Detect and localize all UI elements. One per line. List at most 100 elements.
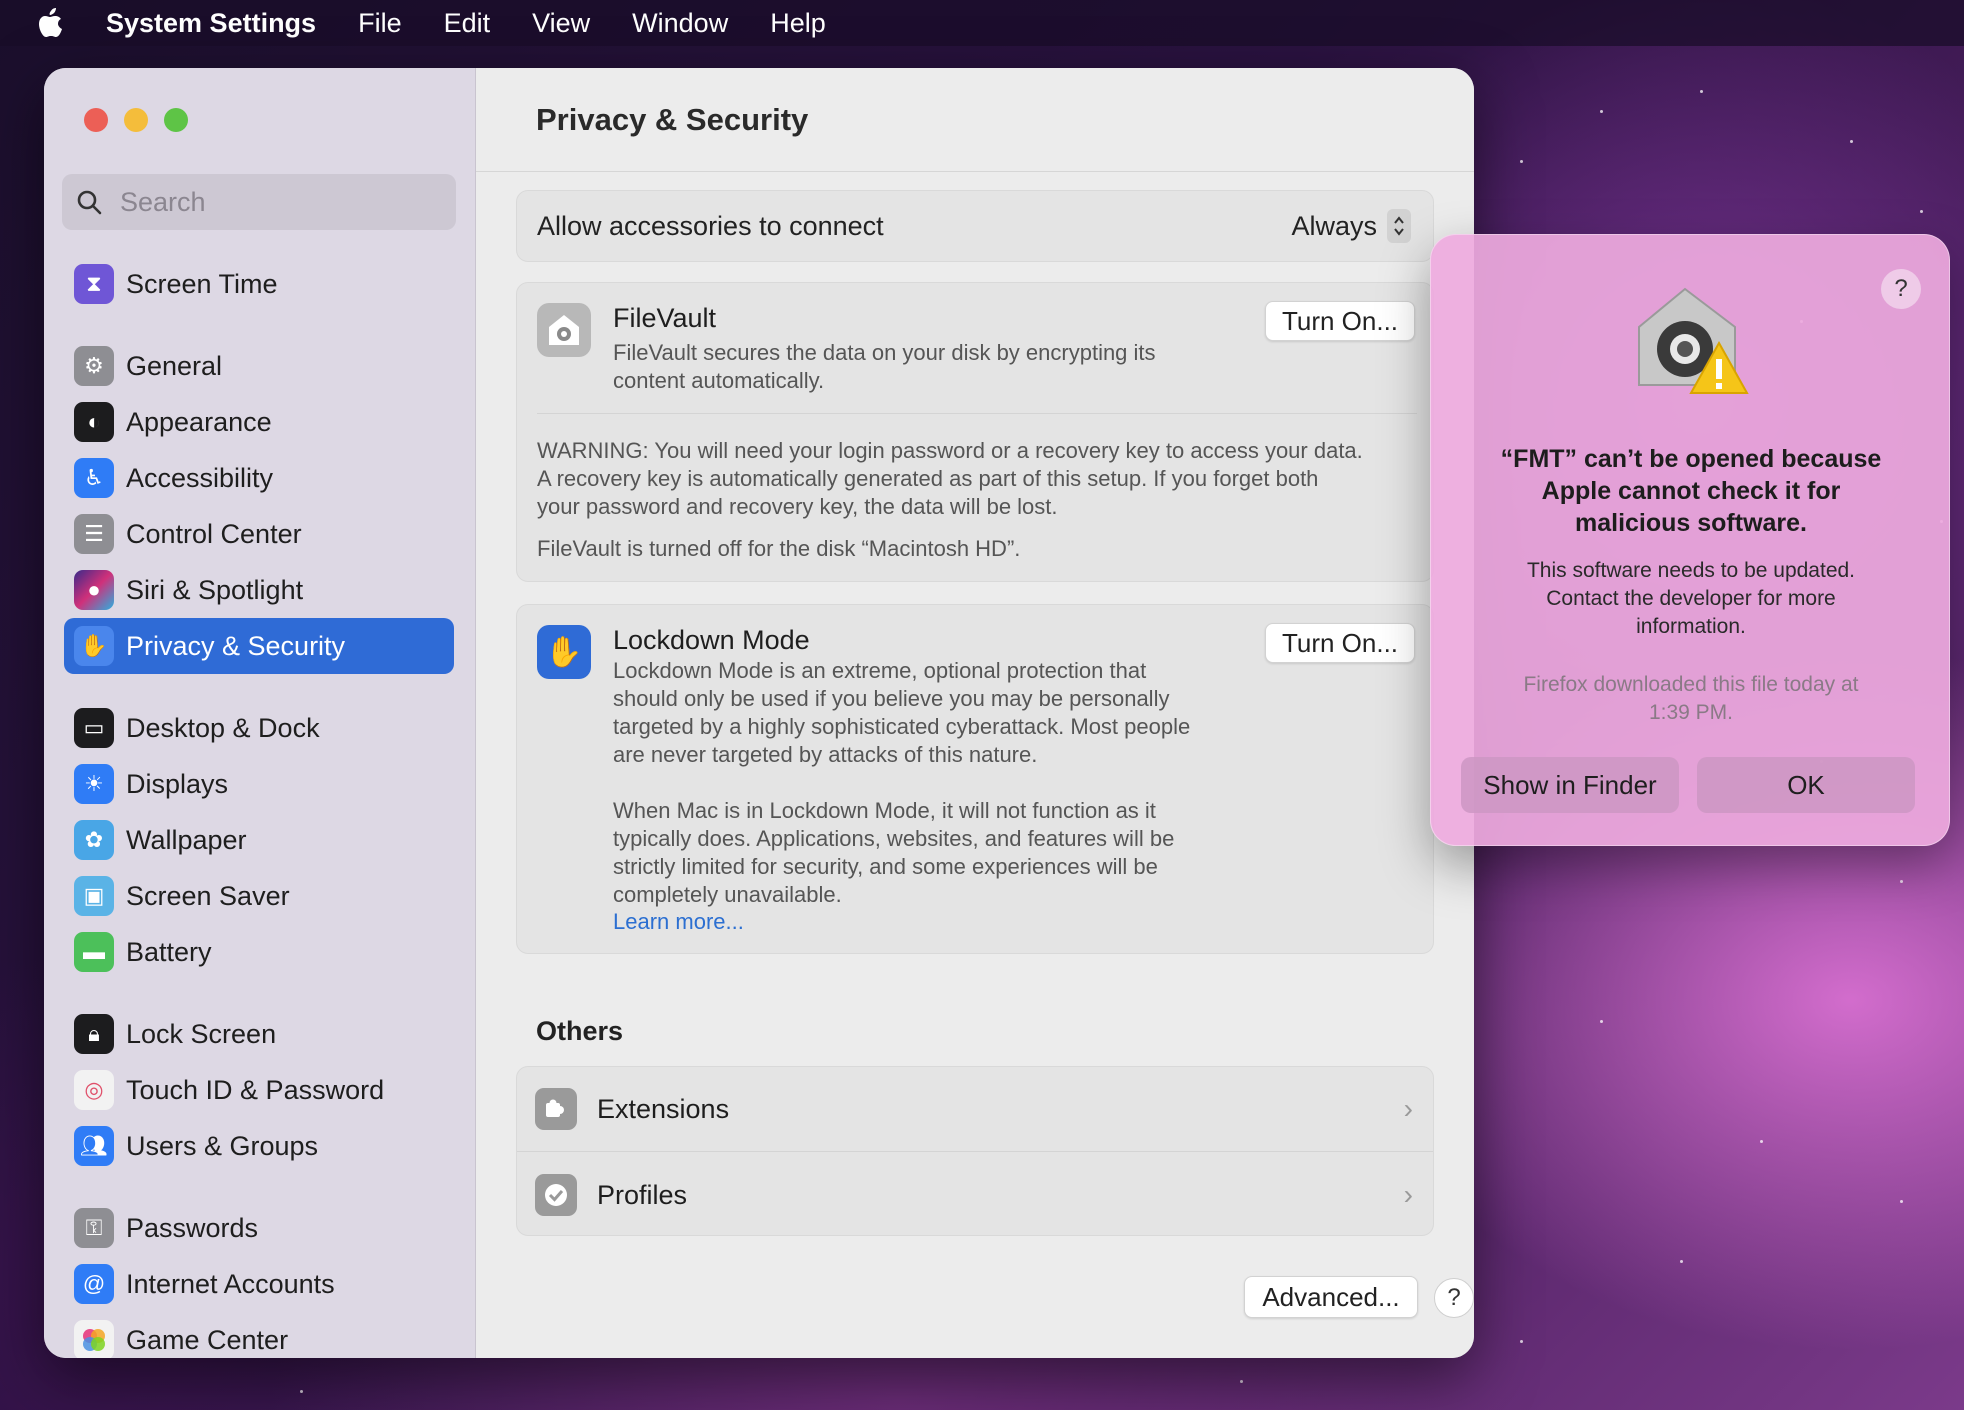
- checkmark-badge-icon: [535, 1174, 577, 1216]
- main-panel: Privacy & Security Allow accessories to …: [476, 68, 1474, 1358]
- help-button[interactable]: ?: [1434, 1278, 1474, 1318]
- sidebar-item-privacy-security[interactable]: ✋ Privacy & Security: [64, 618, 454, 674]
- puzzle-icon: [535, 1088, 577, 1130]
- lockdown-turn-on-button[interactable]: Turn On...: [1265, 623, 1415, 663]
- sidebar-item-label: Passwords: [126, 1212, 259, 1243]
- control-center-icon: ☰: [74, 514, 114, 554]
- others-item-profiles[interactable]: Profiles ›: [517, 1153, 1433, 1237]
- filevault-status: FileVault is turned off for the disk “Ma…: [537, 536, 1021, 561]
- show-in-finder-button[interactable]: Show in Finder: [1461, 757, 1679, 813]
- menu-edit[interactable]: Edit: [444, 8, 491, 39]
- system-settings-window: Search ⧗ Screen Time ⚙ General ◐ Appeara…: [44, 68, 1474, 1358]
- menu-app-name[interactable]: System Settings: [106, 8, 316, 39]
- sidebar-item-label: Game Center: [126, 1324, 289, 1355]
- ok-button[interactable]: OK: [1697, 757, 1915, 813]
- filevault-warning-line: your password and recovery key, the data…: [537, 494, 1058, 519]
- sun-icon: ☀: [74, 764, 114, 804]
- accessories-value: Always: [1291, 210, 1377, 241]
- sidebar-item-appearance[interactable]: ◐ Appearance: [64, 394, 454, 450]
- sidebar-item-touch-id-password[interactable]: ◎ Touch ID & Password: [64, 1062, 454, 1118]
- sidebar-item-users-groups[interactable]: 👥︎ Users & Groups: [64, 1118, 454, 1174]
- accessibility-icon: ♿: [74, 458, 114, 498]
- sidebar-item-wallpaper[interactable]: ✿ Wallpaper: [64, 812, 454, 868]
- sidebar-item-label: General: [126, 350, 223, 381]
- filevault-title: FileVault: [613, 303, 717, 333]
- chevron-right-icon: ›: [1403, 1093, 1413, 1124]
- accessories-row: Allow accessories to connect Always: [516, 190, 1434, 262]
- filevault-desc-line: FileVault secures the data on your disk …: [613, 340, 1156, 365]
- sidebar-item-label: Screen Time: [126, 268, 278, 299]
- sidebar-item-label: Appearance: [126, 406, 272, 437]
- menu-bar: System Settings File Edit View Window He…: [0, 0, 1964, 46]
- sidebar-item-general[interactable]: ⚙ General: [64, 338, 454, 394]
- dialog-message-line: This software needs to be updated.: [1526, 559, 1856, 582]
- lockdown-desc-line: targeted by a highly sophisticated cyber…: [613, 714, 1191, 739]
- advanced-button[interactable]: Advanced...: [1244, 1276, 1418, 1318]
- sidebar-item-label: Siri & Spotlight: [126, 574, 304, 605]
- dialog-title-line: malicious software.: [1574, 509, 1808, 537]
- lockdown-desc-line: completely unavailable.: [613, 882, 842, 907]
- filevault-warning-line: A recovery key is automatically generate…: [537, 466, 1319, 491]
- dialog-message: This software needs to be updated. Conta…: [1471, 557, 1911, 641]
- accessories-label: Allow accessories to connect: [537, 210, 884, 241]
- dialog-title-line: “FMT” can’t be opened because: [1500, 445, 1882, 473]
- menu-view[interactable]: View: [532, 8, 590, 39]
- zoom-window-button[interactable]: [164, 108, 188, 132]
- menu-file[interactable]: File: [358, 8, 402, 39]
- lock-icon: 🔒︎: [74, 1014, 114, 1054]
- sidebar-item-lock-screen[interactable]: 🔒︎ Lock Screen: [64, 1006, 454, 1062]
- sidebar-item-battery[interactable]: ▬ Battery: [64, 924, 454, 980]
- sidebar-item-desktop-dock[interactable]: ▭ Desktop & Dock: [64, 700, 454, 756]
- search-placeholder: Search: [120, 186, 206, 217]
- lockdown-desc-line: strictly limited for security, and some …: [613, 854, 1158, 879]
- sidebar-item-label: Internet Accounts: [126, 1268, 335, 1299]
- dock-icon: ▭: [74, 708, 114, 748]
- sidebar-item-screen-saver[interactable]: ▣ Screen Saver: [64, 868, 454, 924]
- hand-icon: ✋: [537, 625, 591, 679]
- sidebar: Search ⧗ Screen Time ⚙ General ◐ Appeara…: [44, 68, 476, 1358]
- sidebar-item-displays[interactable]: ☀ Displays: [64, 756, 454, 812]
- dialog-message-line: Contact the developer for more: [1546, 587, 1836, 610]
- sidebar-item-label: Privacy & Security: [126, 630, 346, 661]
- users-icon: 👥︎: [74, 1126, 114, 1166]
- sidebar-item-label: Control Center: [126, 518, 302, 549]
- game-center-icon: [74, 1320, 114, 1358]
- menu-help[interactable]: Help: [770, 8, 826, 39]
- learn-more-link[interactable]: Learn more...: [613, 909, 744, 935]
- search-field[interactable]: Search: [62, 174, 456, 230]
- lockdown-desc-line: Lockdown Mode is an extreme, optional pr…: [613, 658, 1147, 683]
- filevault-turn-on-button[interactable]: Turn On...: [1265, 301, 1415, 341]
- at-icon: @: [74, 1264, 114, 1304]
- dialog-message-line: information.: [1636, 615, 1746, 638]
- minimize-window-button[interactable]: [124, 108, 148, 132]
- dialog-help-button[interactable]: ?: [1881, 269, 1921, 309]
- others-item-label: Profiles: [597, 1179, 688, 1210]
- flower-icon: ✿: [74, 820, 114, 860]
- sidebar-item-internet-accounts[interactable]: @ Internet Accounts: [64, 1256, 454, 1312]
- menu-window[interactable]: Window: [632, 8, 728, 39]
- divider: [537, 413, 1417, 414]
- apple-logo-icon[interactable]: [38, 6, 72, 40]
- sidebar-item-label: Battery: [126, 936, 212, 967]
- sidebar-item-screen-time[interactable]: ⧗ Screen Time: [64, 256, 454, 312]
- sidebar-item-passwords[interactable]: ⚿ Passwords: [64, 1200, 454, 1256]
- sidebar-item-control-center[interactable]: ☰ Control Center: [64, 506, 454, 562]
- lockdown-desc-line: When Mac is in Lockdown Mode, it will no…: [613, 798, 1156, 823]
- sidebar-item-accessibility[interactable]: ♿ Accessibility: [64, 450, 454, 506]
- sidebar-item-siri-spotlight[interactable]: ● Siri & Spotlight: [64, 562, 454, 618]
- sidebar-item-game-center[interactable]: Game Center: [64, 1312, 454, 1358]
- up-down-chevron-icon: [1387, 209, 1411, 243]
- close-window-button[interactable]: [84, 108, 108, 132]
- lockdown-desc-line: are never targeted by attacks of this na…: [613, 742, 1038, 767]
- gear-icon: ⚙: [74, 346, 114, 386]
- others-item-extensions[interactable]: Extensions ›: [517, 1067, 1433, 1151]
- search-icon: [77, 190, 102, 215]
- hand-icon: ✋: [74, 626, 114, 666]
- fingerprint-icon: ◎: [74, 1070, 114, 1110]
- sidebar-item-label: Screen Saver: [126, 880, 290, 911]
- filevault-desc-line: content automatically.: [613, 368, 825, 393]
- others-heading: Others: [536, 1016, 624, 1046]
- accessories-popup[interactable]: Always: [1291, 209, 1411, 243]
- siri-icon: ●: [74, 570, 114, 610]
- divider: [517, 1151, 1433, 1152]
